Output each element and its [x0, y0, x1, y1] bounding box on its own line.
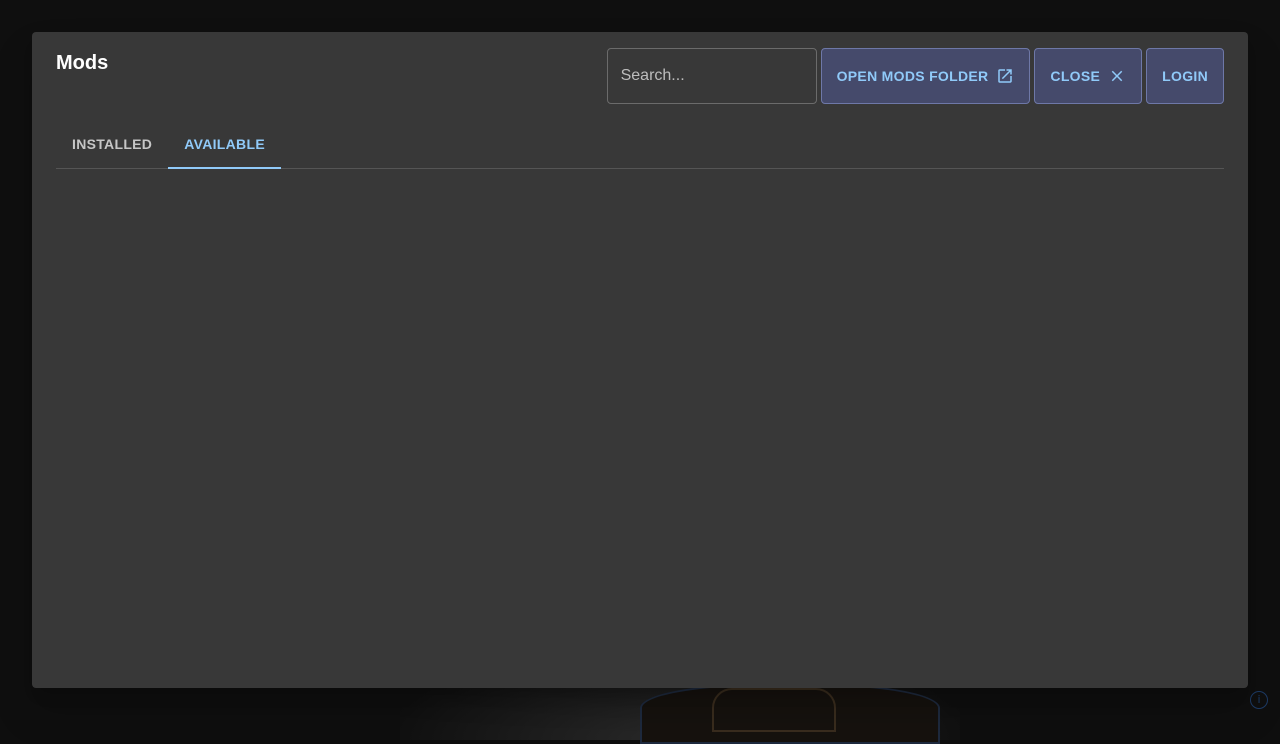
- close-label: CLOSE: [1050, 68, 1101, 84]
- mods-list-panel: [56, 169, 1224, 664]
- mods-tabs: INSTALLED AVAILABLE: [56, 120, 1224, 169]
- open-mods-folder-label: OPEN MODS FOLDER: [836, 68, 989, 84]
- login-label: LOGIN: [1162, 68, 1208, 84]
- close-icon: [1108, 67, 1126, 85]
- search-input[interactable]: [606, 48, 817, 104]
- close-button[interactable]: CLOSE: [1034, 48, 1143, 104]
- tab-available[interactable]: AVAILABLE: [168, 120, 281, 169]
- dialog-title: Mods: [56, 52, 109, 74]
- mods-dialog: Mods OPEN MODS FOLDER CLOSE LOGIN INSTAL…: [32, 32, 1248, 688]
- login-button[interactable]: LOGIN: [1146, 48, 1224, 104]
- info-icon[interactable]: i: [1250, 691, 1268, 709]
- tab-installed[interactable]: INSTALLED: [56, 120, 168, 168]
- background-character-image: [640, 684, 940, 744]
- dialog-toolbar: OPEN MODS FOLDER CLOSE LOGIN: [606, 48, 1224, 104]
- open-mods-folder-button[interactable]: OPEN MODS FOLDER: [820, 48, 1031, 104]
- open-in-new-icon: [996, 67, 1014, 85]
